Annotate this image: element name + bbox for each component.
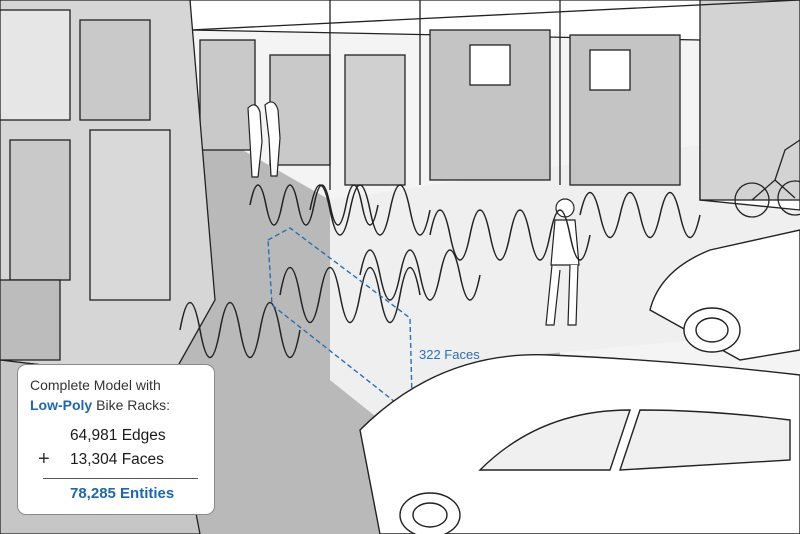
stats-title-accent: Low-Poly [30, 397, 93, 413]
sum-rule [43, 478, 198, 479]
stat-faces: 13,304 Faces [70, 451, 164, 468]
faces-callout-label: 322 Faces [419, 347, 480, 362]
foreground-car [359, 354, 800, 534]
plus-sign: + [38, 448, 50, 470]
stats-card: Complete Model with Low-Poly Bike Racks:… [17, 364, 215, 515]
stats-title-rest: Bike Racks: [96, 397, 171, 413]
stats-title-line2: Low-Poly Bike Racks: [30, 395, 170, 415]
stat-total: 78,285 Entities [70, 485, 175, 502]
stats-title-line1: Complete Model with [30, 377, 161, 393]
stats-title: Complete Model with Low-Poly Bike Racks: [30, 375, 170, 415]
stat-edges: 64,981 Edges [70, 427, 166, 444]
